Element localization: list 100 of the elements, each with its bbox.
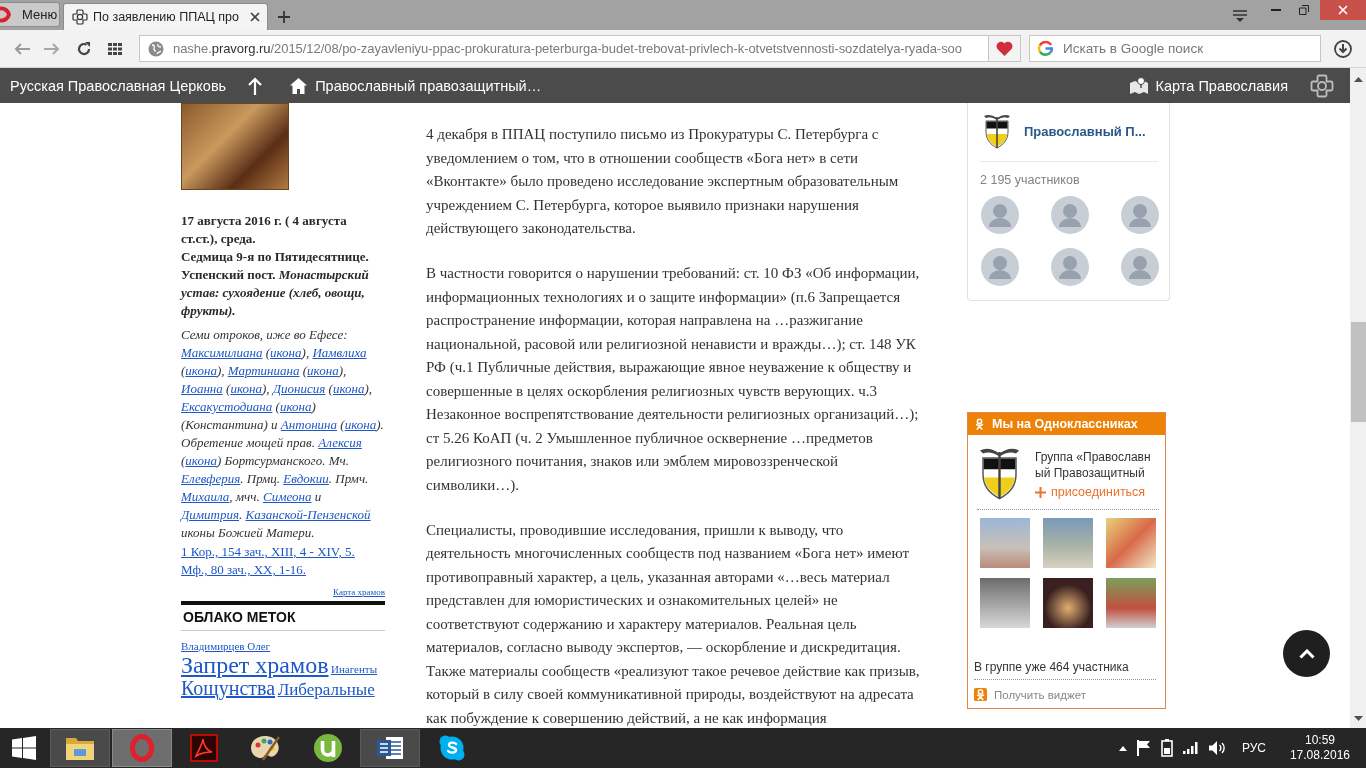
saints-text: Семи отроков, иже во Ефесе: Максимилиана (икона), Иамвлиха (икона), Мартиниана (икона), Иоанна (икона), Дионисия (икона), Ексакустодиана (икона) (Константина) и Антонина (икона). Обретение мощей прав. Алексия (икона) Бортсурманского. Мч. Елевферия. Прмц. Евдокии. Прмч. Михаила, мчч. Симеона и Димитрия. Казанской-Пензенской иконы Божией Матери.	[181, 326, 385, 542]
member-avatar[interactable]	[1051, 196, 1089, 234]
date-text: 17 августа 2016 г. ( 4 августа ст.ст.), среда.	[181, 212, 348, 248]
member-avatar[interactable]	[1051, 248, 1089, 286]
tab-menu-icon[interactable]	[1232, 9, 1248, 23]
cross-logo-icon[interactable]	[1310, 73, 1334, 98]
text-link[interactable]: Дионисия	[272, 381, 326, 396]
plus-icon	[1035, 486, 1046, 498]
member-avatar[interactable]	[1121, 248, 1159, 286]
favorite-button[interactable]	[989, 35, 1021, 62]
text-link[interactable]: икона	[230, 381, 262, 396]
text-link[interactable]: икона	[279, 399, 312, 414]
palette-icon	[250, 734, 282, 762]
member-count: 2 195 участников	[980, 172, 1081, 188]
cross-favicon-icon[interactable]	[72, 9, 88, 25]
language-indicator[interactable]: РУС	[1241, 741, 1266, 755]
article-paragraph: В частности говорится о нарушении требований: ст. 10 ФЗ «Об информации, информационных технологиях и о защите информации» (п.6 Запрещается распространение информации, которая направлена на …разжигание национальной, расовой или религиозной ненависти и вражды…); ст. 148 УК РФ (ч.1 Публичные действия, выражающие явное неуважение к обществу и совершенные в целях оскорбления религиозных чувств верующих. ч.3 Незаконное воспрепятствование деятельности религиозных организаций…); ст 5.26 КоАП (ч. 2 Умышленное публичное осквернение …предметов религиозного почитания, знаков или эмблем мировоззренческой символики…).	[426, 264, 921, 495]
flag-icon[interactable]	[1136, 740, 1151, 756]
windows-logo-icon	[12, 736, 36, 760]
article-paragraph: Специалисты, проводившие исследования, пришли к выводу, что деятельность многочисленных сообществ под названием «Бога нет» имеют противоправный характер, а цель, указанная авторами «…весь материал представлен для юмористических и ознакомительных целей» не соответствуют содержанию и характеру материалов. Реальная цель материалов, согласно выводу экспертов, — оскорбление и дискредитация. Также материалы сообществ «реализуют такое речевое действие как призыв, который в силу своей коммуникативной природы, воздействуют на адресата как побуждение к совершению действий, а не как информация	[426, 520, 921, 728]
photo-placeholder[interactable]	[1106, 578, 1156, 628]
text-link[interactable]: Димитрия	[181, 507, 239, 522]
scroll-up-icon[interactable]	[1353, 77, 1363, 82]
browser-tab[interactable]: По заявлению ППАЦ про	[63, 3, 268, 30]
scroll-to-top-button[interactable]	[1283, 630, 1330, 677]
article-paragraph: 4 декабря в ППАЦ поступило письмо из Прокуратуры С. Петербурга с уведомлением о том, что в отношении сообществ «Бога нет» в сети «Вконтакте» было проведено исследование экспертным образовательным учреждением С. Петербурга, которое выявило признаки нарушения действующего законодательства.	[426, 125, 900, 238]
text-link[interactable]: Иамвлиха	[312, 345, 367, 360]
shield-emblem-icon	[983, 113, 1011, 149]
map-pin-icon	[1129, 77, 1148, 94]
signal-icon[interactable]	[1182, 742, 1199, 754]
cloud-icon	[438, 734, 466, 762]
text-link[interactable]: икона	[185, 363, 217, 378]
map-link[interactable]: Карта храмов	[333, 587, 385, 597]
tab-title: По заявлению ППАЦ про	[93, 10, 240, 24]
reading-link[interactable]: Мф., 80 зач., XX, 1-16.	[181, 562, 306, 577]
text-link[interactable]: Антонина	[280, 417, 338, 432]
text-link[interactable]: Евдокии	[283, 471, 329, 486]
photo-placeholder[interactable]	[980, 578, 1030, 628]
heart-icon	[996, 41, 1013, 56]
text-link[interactable]: Алексия	[318, 435, 362, 450]
restore-icon	[1299, 5, 1309, 15]
shield-emblem-icon	[977, 446, 1022, 500]
photo-placeholder[interactable]	[1043, 578, 1093, 628]
reading-link[interactable]: 1 Кор., 154 зач., XIII, 4 - XIV, 5.	[181, 544, 355, 559]
scroll-down-icon[interactable]	[1353, 716, 1363, 721]
close-icon	[1338, 5, 1348, 15]
clock-time[interactable]: 10:59	[1304, 733, 1335, 748]
scrollbar-thumb[interactable]	[1350, 322, 1366, 422]
grid-icon[interactable]	[108, 42, 122, 55]
tag-link[interactable]: Либеральные	[277, 679, 375, 699]
document-tile-icon	[376, 735, 404, 761]
text-link[interactable]: Иоанна	[181, 381, 223, 396]
ring-logo-icon	[0, 4, 14, 25]
tag-link[interactable]: Владимирцев Олег	[181, 640, 271, 652]
battery-icon[interactable]	[1160, 739, 1173, 757]
text-link[interactable]: Мартиниана	[227, 363, 300, 378]
text-link[interactable]: Михаила	[181, 489, 230, 504]
header-link[interactable]: Православный правозащитный…	[290, 77, 542, 94]
text-link[interactable]: Казанской-Пензенской	[245, 507, 371, 522]
text-link[interactable]: Симеона	[262, 489, 312, 504]
member-avatar[interactable]	[981, 248, 1019, 286]
member-avatar[interactable]	[1121, 196, 1159, 234]
search-field[interactable]: Искать в Google поиск	[1029, 35, 1321, 62]
figure-logo-icon	[974, 688, 987, 701]
folder-icon	[65, 735, 95, 761]
header-link[interactable]: Карта Православия	[1129, 77, 1288, 94]
plus-icon[interactable]	[277, 11, 290, 23]
text-link[interactable]: икона	[185, 453, 217, 468]
get-widget-link[interactable]: Получить виджет	[974, 680, 1159, 708]
caret-icon[interactable]	[1118, 745, 1127, 751]
reload-icon[interactable]	[77, 41, 91, 56]
taskbar-app-button[interactable]	[50, 729, 110, 767]
close-icon[interactable]	[249, 12, 260, 22]
figure-logo-icon	[973, 417, 986, 431]
text-link[interactable]: Максимилиана	[181, 345, 263, 360]
tag-link[interactable]: Инагенты	[331, 662, 378, 675]
speaker-icon[interactable]	[1208, 741, 1226, 755]
member-count: В группе уже 464 участника	[974, 659, 1156, 680]
fast-day-text: Седмица 9-я по Пятидесятнице. Успенский пост. Монастырский устав: сухоядение (хлеб, овощи, фрукты).	[181, 248, 370, 320]
member-avatar[interactable]	[981, 196, 1019, 234]
download-icon[interactable]	[1334, 39, 1352, 58]
up-arrow-icon[interactable]	[248, 76, 263, 95]
menu-button[interactable]: Меню	[0, 2, 60, 27]
minimize-icon	[1271, 9, 1281, 11]
chevron-up-icon	[1298, 648, 1315, 659]
hook-circle-icon	[314, 734, 342, 762]
group-name-link[interactable]: Православный П...	[1024, 123, 1146, 139]
widget-title: Мы на Одноклассниках	[992, 417, 1138, 431]
text-link[interactable]: икона	[270, 345, 302, 360]
text-link[interactable]: Ексакустодиана	[181, 399, 273, 414]
tag-link[interactable]: Запрет храмов	[181, 651, 329, 678]
clock-date[interactable]: 17.08.2016	[1289, 748, 1350, 763]
globe-icon	[148, 40, 164, 57]
taskbar-app-button[interactable]	[360, 729, 420, 767]
swirl-tile-icon	[190, 734, 218, 762]
address-field[interactable]: nashe.pravorg.ru/2015/12/08/po-zayavleniyu-ppac-prokuratura-peterburga-budet-trebovat-privlech-k-otvetstvennosti-sozdatelya-ryada-soo	[139, 35, 989, 62]
header-link[interactable]: Русская Православная Церковь	[10, 77, 227, 94]
group-name-link[interactable]: Группа «Православный Правозащитный	[1035, 449, 1155, 481]
text-link[interactable]: икона	[332, 381, 365, 396]
text-link[interactable]: икона	[307, 363, 339, 378]
